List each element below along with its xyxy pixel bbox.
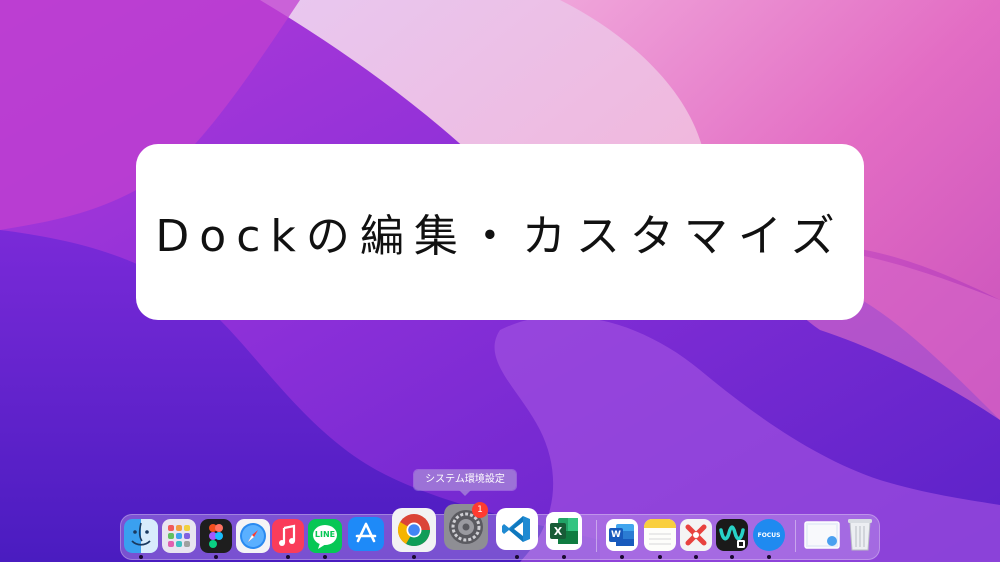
word-label: W	[611, 530, 621, 540]
running-indicator	[562, 555, 566, 559]
running-indicator	[515, 555, 519, 559]
dock-item-figma[interactable]	[200, 519, 232, 553]
running-indicator	[412, 555, 416, 559]
finder-icon	[124, 519, 158, 553]
chrome-icon	[397, 514, 431, 547]
running-indicator	[323, 555, 327, 559]
excel-icon	[550, 518, 578, 544]
dock-item-finder[interactable]	[124, 519, 158, 553]
dock-item-launchpad[interactable]	[162, 519, 196, 553]
dock-item-music[interactable]	[272, 519, 304, 553]
title-card: Dockの編集・カスタマイズ	[136, 144, 864, 320]
dock-tooltip: システム環境設定	[414, 470, 516, 490]
running-indicator	[620, 555, 624, 559]
dock-item-screenshot-stack[interactable]	[804, 520, 840, 550]
dock-item-webex[interactable]	[716, 519, 748, 551]
dock-tooltip-arrow	[459, 490, 471, 496]
webex-icon	[716, 519, 748, 551]
running-indicator	[658, 555, 662, 559]
dock-item-app-store[interactable]	[348, 517, 384, 551]
music-icon	[272, 519, 304, 553]
safari-icon	[236, 519, 270, 553]
running-indicator	[214, 555, 218, 559]
running-indicator	[139, 555, 143, 559]
dock-item-excel[interactable]: X	[546, 512, 582, 550]
app-store-icon	[348, 517, 384, 551]
launchpad-icon	[162, 519, 196, 553]
dock-item-notes[interactable]	[644, 519, 676, 551]
running-indicator	[694, 555, 698, 559]
dock-item-vscode[interactable]	[496, 508, 538, 550]
dock-item-word[interactable]: W	[606, 519, 638, 551]
running-indicator	[286, 555, 290, 559]
focus-label: FOCUS	[757, 531, 781, 539]
excel-label: X	[553, 524, 563, 538]
dock-item-line[interactable]: LINE	[308, 519, 342, 553]
screenshot-stack-icon	[804, 521, 840, 549]
notification-badge: 1	[472, 502, 488, 518]
dock-separator	[596, 520, 597, 552]
notes-icon	[644, 519, 676, 551]
dock-item-trash[interactable]	[846, 516, 874, 552]
dock-item-chrome[interactable]	[392, 508, 436, 552]
running-indicator	[730, 555, 734, 559]
vscode-icon	[502, 516, 530, 542]
dock-separator	[795, 520, 796, 552]
line-label: LINE	[314, 530, 336, 539]
page-title: Dockの編集・カスタマイズ	[155, 211, 845, 262]
dock-item-focus[interactable]: FOCUS	[753, 519, 785, 551]
xmind-icon	[680, 519, 712, 551]
dock-item-safari[interactable]	[236, 519, 270, 553]
running-indicator	[767, 555, 771, 559]
trash-icon	[848, 519, 872, 551]
dock-item-xmind[interactable]	[680, 519, 712, 551]
figma-icon	[200, 519, 232, 553]
